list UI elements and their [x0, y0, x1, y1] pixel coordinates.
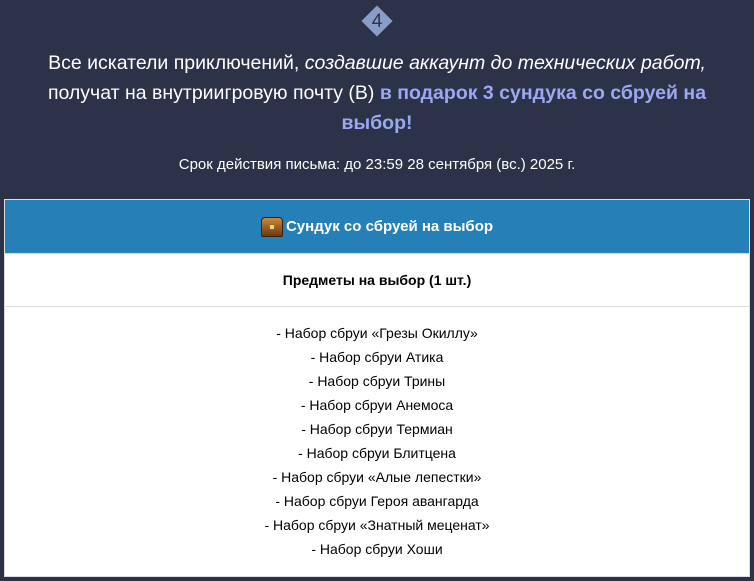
- list-item: - Набор сбруи «Знатный меценат»: [264, 517, 490, 533]
- title-text: Все искатели приключений,: [48, 52, 305, 74]
- list-item: - Набор сбруи Блитцена: [298, 445, 456, 461]
- item-list: - Набор сбруи «Грезы Окиллу» - Набор сбру…: [5, 307, 749, 561]
- list-item: - Набор сбруи «Грезы Окиллу»: [276, 325, 478, 341]
- list-item: - Набор сбруи Атика: [310, 349, 444, 365]
- title-italic: создавшие аккаунт до технических работ,: [304, 52, 706, 74]
- step-number: 4: [371, 11, 383, 32]
- list-item: - Набор сбруи Термиан: [301, 421, 453, 437]
- table-header: Сундук со сбруей на выбор: [5, 200, 749, 254]
- list-item: - Набор сбруи Трины: [308, 373, 446, 389]
- table-header-label: Сундук со сбруей на выбор: [285, 218, 494, 235]
- step-badge: 4: [361, 5, 393, 37]
- list-item: - Набор сбруи «Алые лепестки»: [272, 469, 482, 485]
- title-text-2: получат на внутриигровую почту (В): [47, 82, 380, 104]
- list-item: - Набор сбруи Героя авангарда: [275, 493, 479, 509]
- list-item: - Набор сбруи Хоши: [311, 541, 443, 557]
- expiry-text: Срок действия письма: до 23:59 28 сентяб…: [178, 156, 576, 173]
- table-subheader: Предметы на выбор (1 шт.): [5, 254, 749, 307]
- title-highlight: в подарок 3 сундука со сбруей на выбор!: [341, 82, 707, 134]
- reward-table: Сундук со сбруей на выбор Предметы на вы…: [4, 199, 750, 577]
- chest-icon: [260, 216, 283, 237]
- announcement-title: Все искатели приключений, создавшие акка…: [20, 48, 734, 138]
- list-item: - Набор сбруи Анемоса: [300, 397, 454, 413]
